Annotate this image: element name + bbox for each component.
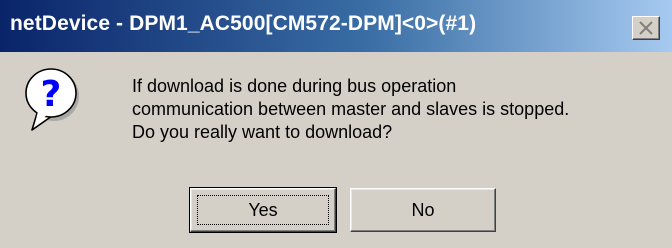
svg-text:?: ? [41, 74, 62, 115]
question-icon: ? [22, 66, 82, 138]
dialog-message: If download is done during bus operation… [132, 75, 569, 144]
yes-button[interactable]: Yes [189, 187, 337, 233]
close-icon [639, 21, 653, 35]
close-button[interactable] [632, 16, 660, 40]
no-button-label: No [411, 200, 435, 220]
message-dialog: netDevice - DPM1_AC500[CM572-DPM]<0>(#1)… [0, 0, 672, 248]
message-line: If download is done during bus operation [132, 76, 457, 96]
no-button[interactable]: No [350, 188, 496, 232]
yes-button-label: Yes [248, 200, 278, 220]
window-title: netDevice - DPM1_AC500[CM572-DPM]<0>(#1) [10, 12, 477, 35]
message-line: communication between master and slaves … [132, 99, 570, 119]
title-bar[interactable]: netDevice - DPM1_AC500[CM572-DPM]<0>(#1) [0, 0, 672, 52]
message-line: Do you really want to download? [132, 122, 393, 142]
